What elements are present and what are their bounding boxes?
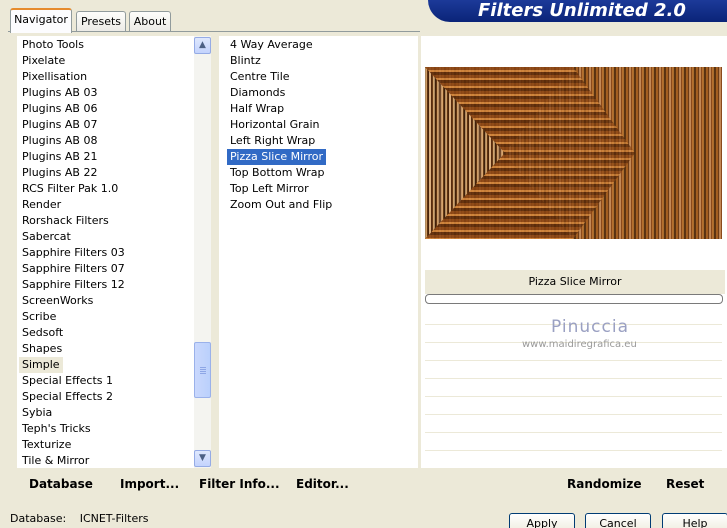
- list-item[interactable]: Sapphire Filters 03: [19, 245, 128, 261]
- list-item[interactable]: Special Effects 2: [19, 389, 116, 405]
- list-item[interactable]: Rorshack Filters: [19, 213, 112, 229]
- list-item[interactable]: Pixelate: [19, 53, 68, 69]
- status-value: ICNET-Filters: [79, 512, 149, 525]
- list-item[interactable]: Top Bottom Wrap: [227, 165, 328, 181]
- list-item[interactable]: 4 Way Average: [227, 37, 316, 53]
- list-item[interactable]: Sedsoft: [19, 325, 66, 341]
- category-list[interactable]: Photo Tools Pixelate Pixellisation Plugins …: [17, 36, 194, 468]
- app-banner: Filters Unlimited 2.0: [428, 0, 727, 22]
- database-status: Database: ICNET-Filters: [10, 512, 148, 525]
- list-item[interactable]: Tile & Mirror: [19, 453, 92, 468]
- list-item[interactable]: Blintz: [227, 53, 264, 69]
- preview-image: [425, 67, 722, 239]
- selected-filter-label: Pizza Slice Mirror: [425, 270, 725, 294]
- watermark-url: www.maidiregrafica.eu: [522, 339, 637, 350]
- list-item[interactable]: Diamonds: [227, 85, 288, 101]
- filter-list[interactable]: 4 Way Average Blintz Centre Tile Diamonds Ha…: [219, 36, 418, 468]
- list-item[interactable]: Teph's Tricks: [19, 421, 94, 437]
- tab-about[interactable]: About: [129, 11, 171, 31]
- cancel-button[interactable]: Cancel: [585, 513, 651, 528]
- import-button[interactable]: Import...: [120, 477, 179, 491]
- list-item[interactable]: Plugins AB 07: [19, 117, 100, 133]
- list-item[interactable]: Sabercat: [19, 229, 74, 245]
- watermark-title: Pinuccia: [551, 317, 629, 337]
- list-item[interactable]: Pizza Slice Mirror: [227, 149, 327, 165]
- list-item[interactable]: Plugins AB 06: [19, 101, 100, 117]
- filter-info-button[interactable]: Filter Info...: [199, 477, 280, 491]
- scroll-thumb[interactable]: [194, 342, 211, 398]
- list-item[interactable]: Simple: [19, 357, 63, 373]
- list-item[interactable]: Sapphire Filters 07: [19, 261, 128, 277]
- list-item[interactable]: Render: [19, 197, 64, 213]
- list-item[interactable]: Pixellisation: [19, 69, 90, 85]
- list-item[interactable]: Centre Tile: [227, 69, 293, 85]
- randomize-button[interactable]: Randomize: [567, 477, 641, 491]
- arrow-down-icon[interactable]: ▼: [194, 450, 211, 467]
- arrow-up-icon[interactable]: ▲: [194, 37, 211, 54]
- status-label: Database:: [10, 512, 67, 525]
- list-item[interactable]: Photo Tools: [19, 37, 87, 53]
- list-item[interactable]: Top Left Mirror: [227, 181, 312, 197]
- category-scrollbar[interactable]: ▲ ▼: [194, 36, 211, 468]
- list-item[interactable]: Left Right Wrap: [227, 133, 318, 149]
- progress-bar: [425, 294, 723, 304]
- list-item[interactable]: RCS Filter Pak 1.0: [19, 181, 121, 197]
- database-button[interactable]: Database: [29, 477, 93, 491]
- list-item[interactable]: Shapes: [19, 341, 65, 357]
- list-item[interactable]: Plugins AB 08: [19, 133, 100, 149]
- tab-navigator[interactable]: Navigator: [10, 8, 72, 33]
- list-item[interactable]: Plugins AB 03: [19, 85, 100, 101]
- list-item[interactable]: Special Effects 1: [19, 373, 116, 389]
- list-item[interactable]: Scribe: [19, 309, 59, 325]
- reset-button[interactable]: Reset: [666, 477, 704, 491]
- list-item[interactable]: Sapphire Filters 12: [19, 277, 128, 293]
- list-item[interactable]: Texturize: [19, 437, 74, 453]
- list-item[interactable]: ScreenWorks: [19, 293, 96, 309]
- help-button[interactable]: Help: [662, 513, 727, 528]
- list-item[interactable]: Plugins AB 21: [19, 149, 100, 165]
- apply-button[interactable]: Apply: [509, 513, 575, 528]
- tab-presets[interactable]: Presets: [76, 11, 126, 31]
- list-item[interactable]: Horizontal Grain: [227, 117, 322, 133]
- list-item[interactable]: Half Wrap: [227, 101, 287, 117]
- editor-button[interactable]: Editor...: [296, 477, 349, 491]
- list-item[interactable]: Sybia: [19, 405, 55, 421]
- list-item[interactable]: Plugins AB 22: [19, 165, 100, 181]
- list-item[interactable]: Zoom Out and Flip: [227, 197, 335, 213]
